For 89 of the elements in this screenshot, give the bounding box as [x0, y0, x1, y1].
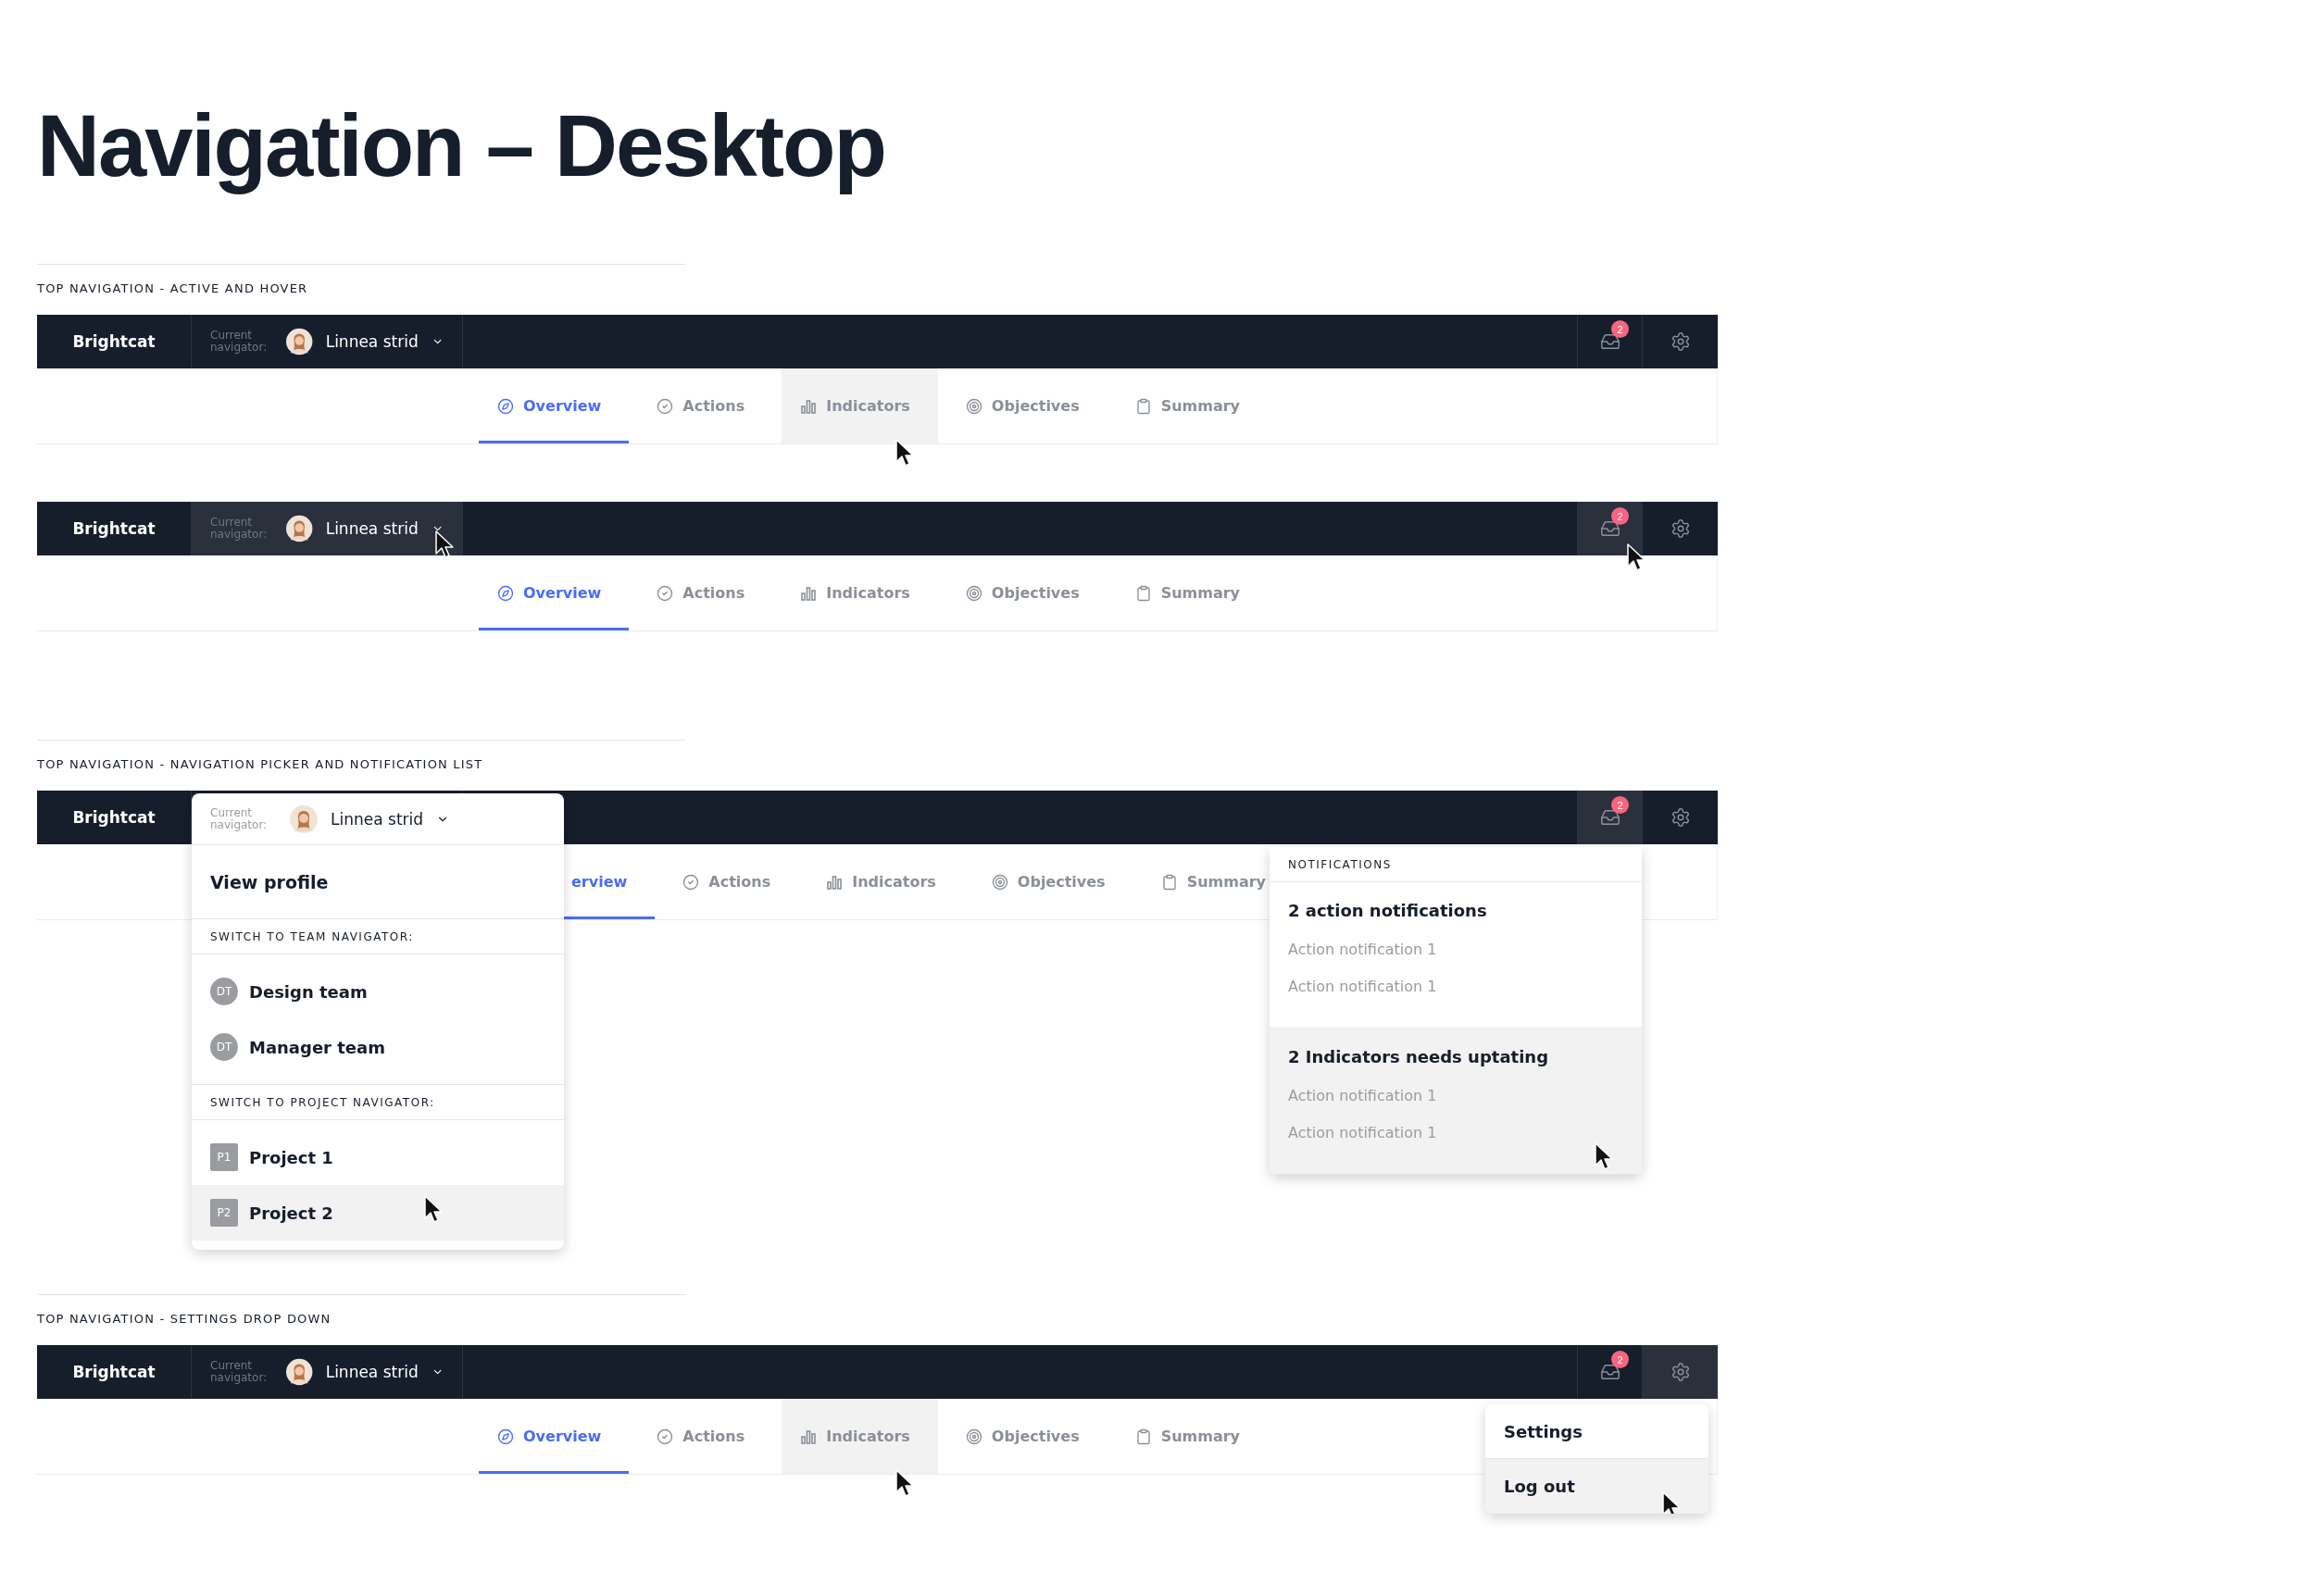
inbox-icon — [1599, 518, 1620, 539]
notification-group[interactable]: 2 action notifications Action notification 1 Action notification 1 — [1270, 882, 1642, 1029]
target-icon — [991, 873, 1008, 891]
settings-menu-item[interactable]: Log out — [1485, 1459, 1708, 1514]
initials-avatar: DT — [210, 1033, 238, 1061]
nav-tab[interactable]: Objectives — [946, 368, 1107, 443]
brand-name: Brightcat — [72, 1363, 156, 1381]
compass-icon — [497, 397, 514, 415]
section-label: TOP NAVIGATION - SETTINGS DROP DOWN — [37, 1312, 332, 1327]
settings-icon — [1670, 1362, 1691, 1382]
notification-item: Action notification 1 — [1288, 1123, 1437, 1143]
check-circle-icon — [657, 1428, 674, 1445]
clipboard-icon — [1160, 873, 1178, 891]
notifications-heading: NOTIFICATIONS — [1288, 857, 1392, 871]
item-name: Project 2 — [249, 1203, 333, 1223]
nav-tab[interactable]: Actions — [638, 555, 773, 630]
notification-item: Action notification 1 — [1288, 977, 1437, 997]
section-label: TOP NAVIGATION - ACTIVE AND HOVER — [37, 281, 308, 296]
avatar-icon — [286, 1358, 313, 1386]
nav-tab[interactable]: Overview — [479, 1399, 630, 1474]
target-icon — [965, 584, 982, 602]
nav-tab[interactable]: Summary — [1116, 555, 1269, 630]
nav-tab[interactable]: Summary — [1116, 368, 1269, 443]
inbox-icon — [1599, 1362, 1620, 1382]
team-item[interactable]: DT Manager team — [192, 1019, 564, 1075]
notification-badge: 2 — [1611, 320, 1629, 338]
cursor-icon — [1661, 1490, 1683, 1514]
group-heading: SWITCH TO PROJECT NAVIGATOR: — [210, 1095, 435, 1109]
nav-tab[interactable]: Indicators — [807, 844, 964, 919]
item-name: Design team — [249, 981, 368, 1002]
navigator-label: Current navigator: — [210, 806, 269, 831]
nav-tab[interactable]: Objectives — [972, 844, 1133, 919]
nav-tab[interactable]: Overview — [479, 555, 630, 630]
project-item[interactable]: P1 Project 1 — [192, 1129, 564, 1185]
compass-icon — [497, 584, 514, 602]
compass-icon — [497, 1428, 514, 1445]
nav-tab[interactable]: Summary — [1116, 1399, 1269, 1474]
brand-name: Brightcat — [72, 332, 156, 351]
nav-tab[interactable]: Objectives — [946, 555, 1107, 630]
initials-avatar: P2 — [210, 1199, 238, 1227]
check-circle-icon — [657, 397, 674, 415]
section-label: TOP NAVIGATION - NAVIGATION PICKER AND NOTIFICATION LIST — [37, 757, 483, 772]
notification-badge: 2 — [1611, 1351, 1629, 1368]
inbox-icon — [1599, 331, 1620, 352]
check-circle-icon — [682, 873, 700, 891]
nav-tab[interactable]: Overview — [479, 368, 630, 443]
settings-icon — [1670, 331, 1691, 352]
clipboard-icon — [1134, 584, 1152, 602]
notification-title: 2 Indicators needs uptating — [1288, 1047, 1549, 1066]
notification-item: Action notification 1 — [1288, 1086, 1437, 1106]
bar-chart-icon — [800, 584, 818, 602]
avatar-icon — [286, 515, 313, 542]
nav-tab[interactable]: Objectives — [946, 1399, 1107, 1474]
page-title: Navigation – Desktop — [37, 100, 885, 193]
target-icon — [965, 397, 982, 415]
avatar-icon — [286, 328, 313, 355]
settings-menu-item[interactable]: Settings — [1485, 1404, 1708, 1459]
notification-item: Action notification 1 — [1288, 940, 1437, 960]
notification-group[interactable]: 2 Indicators needs uptating Action notification 1 Action notification 1 — [1270, 1029, 1642, 1175]
team-item[interactable]: DT Design team — [192, 964, 564, 1019]
brand-name: Brightcat — [72, 808, 156, 827]
initials-avatar: DT — [210, 978, 238, 1005]
item-name: Project 1 — [249, 1147, 333, 1167]
target-icon — [965, 1428, 982, 1445]
nav-tab[interactable]: Actions — [638, 1399, 773, 1474]
nav-tab[interactable]: Actions — [638, 368, 773, 443]
nav-tab[interactable]: Indicators — [782, 555, 938, 630]
bar-chart-icon — [826, 873, 844, 891]
nav-tab[interactable]: Actions — [664, 844, 799, 919]
item-name: Manager team — [249, 1037, 385, 1057]
navigator-picker[interactable]: Current navigator: Linnea strid — [192, 502, 463, 555]
initials-avatar: P1 — [210, 1143, 238, 1171]
bar-chart-icon — [800, 1428, 818, 1445]
check-circle-icon — [657, 584, 674, 602]
bar-chart-icon — [800, 397, 818, 415]
clipboard-icon — [1134, 1428, 1152, 1445]
group-heading: SWITCH TO TEAM NAVIGATOR: — [210, 929, 414, 943]
user-name: Linnea strid — [331, 809, 424, 829]
notification-badge: 2 — [1611, 507, 1629, 525]
view-profile-item[interactable]: View profile — [192, 845, 564, 919]
cursor-icon — [423, 1194, 445, 1226]
notification-title: 2 action notifications — [1288, 901, 1487, 920]
brand-name: Brightcat — [72, 519, 156, 538]
settings-icon — [1670, 518, 1691, 539]
clipboard-icon — [1134, 397, 1152, 415]
settings-button[interactable] — [1642, 1345, 1718, 1399]
project-item[interactable]: P2 Project 2 — [192, 1185, 564, 1241]
notification-badge: 2 — [1611, 796, 1629, 814]
cursor-icon — [1594, 1141, 1616, 1173]
